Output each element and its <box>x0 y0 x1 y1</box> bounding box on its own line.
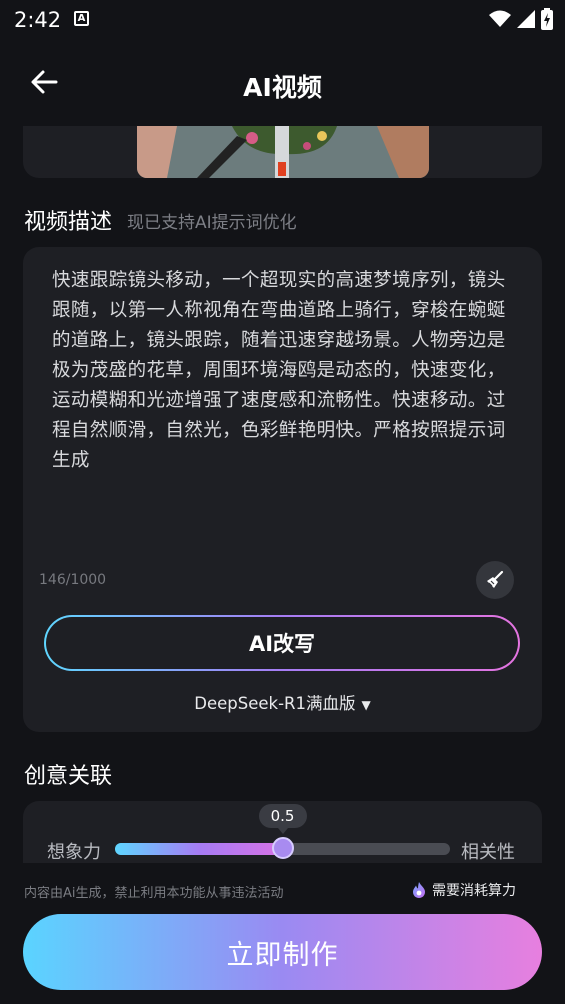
cost-note: 需要消耗算力 <box>410 880 516 900</box>
clear-text-button[interactable] <box>476 561 514 599</box>
caret-down-icon: ▼ <box>361 698 371 712</box>
disclaimer-text: 内容由Ai生成，禁止利用本功能从事违法活动 <box>24 886 284 901</box>
battery-icon <box>541 8 553 30</box>
slider-left-label: 想象力 <box>47 842 101 863</box>
description-hint: 现已支持AI提示词优化 <box>127 213 297 233</box>
slider-thumb[interactable] <box>271 837 294 859</box>
preview-card <box>23 126 542 178</box>
char-count: 146/1000 <box>39 572 107 588</box>
make-now-button[interactable]: 立即制作 <box>23 914 542 990</box>
flame-icon <box>413 882 425 898</box>
slider-value-bubble: 0.5 <box>258 804 307 834</box>
preview-image[interactable] <box>137 126 429 178</box>
slider-fill <box>115 843 283 855</box>
page-title: AI视频 <box>243 73 322 102</box>
wifi-icon <box>489 10 511 27</box>
model-select[interactable]: DeepSeek-R1满血版 ▼ <box>0 690 565 714</box>
signal-icon <box>517 10 535 28</box>
ai-rewrite-button[interactable]: AI改写 <box>44 615 520 671</box>
model-label: DeepSeek-R1满血版 <box>194 694 356 713</box>
broom-icon <box>487 570 504 588</box>
cost-note-label: 需要消耗算力 <box>432 883 516 899</box>
slider-right-label: 相关性 <box>461 842 515 863</box>
description-textarea[interactable]: 快速跟踪镜头移动，一个超现实的高速梦境序列，镜头跟随，以第一人称视角在弯曲道路上… <box>52 266 510 476</box>
status-icons <box>489 8 553 30</box>
a-icon: A <box>74 11 89 26</box>
status-time: 2:42 <box>14 8 62 32</box>
creative-title: 创意关联 <box>24 764 113 789</box>
description-title: 视频描述 <box>24 210 113 235</box>
